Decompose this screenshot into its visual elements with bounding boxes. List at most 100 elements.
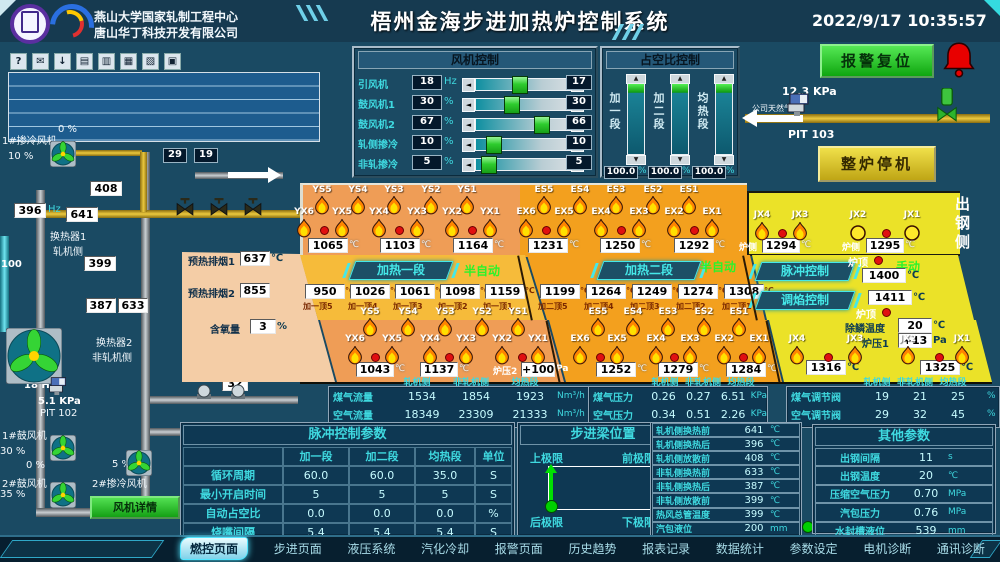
slider-thumb[interactable] <box>504 96 520 114</box>
pit103-tag: PIT 103 <box>788 128 834 141</box>
cell: 399 <box>738 495 770 506</box>
slider-thumb[interactable] <box>512 76 528 94</box>
burner-tag-YS3: YS3 <box>430 307 460 317</box>
blower1-pct: 30 % <box>0 446 25 457</box>
cell: 0.76 <box>904 506 948 519</box>
fan-row-sp: 5 <box>566 155 592 170</box>
hmi-screen: 燕山大学国家轧制工程中心 唐山华丁科技开发有限公司 梧州金海步进加热炉控制系统 … <box>0 0 1000 562</box>
duty-down-button[interactable]: ▼ <box>714 155 734 165</box>
row-unit: ℃ <box>770 496 780 506</box>
cell: 32 <box>901 408 939 421</box>
row-unit: Nm³/h <box>557 391 585 401</box>
duty-col-label: 加二段 <box>650 92 666 131</box>
export-icon[interactable]: ▧ <box>142 53 159 70</box>
burner-status-dot <box>617 226 626 235</box>
slider-thumb[interactable] <box>534 116 550 134</box>
alarm-bell-icon[interactable] <box>940 40 978 82</box>
temp-box: 1159 <box>485 284 525 299</box>
flow-table-headers: 轧机侧 非轧机侧 均热段 <box>328 375 596 385</box>
pipe-valve-icon[interactable] <box>176 198 194 220</box>
row-unit: ℃ <box>948 471 958 481</box>
duty-col-label: 加一段 <box>606 92 622 131</box>
cell: 60.0 <box>283 466 349 485</box>
temp-box: 1400 <box>862 268 906 283</box>
temp-box: 1295 <box>866 238 904 253</box>
report-icon[interactable]: ▦ <box>120 53 137 70</box>
burner-tag-YX3: YX3 <box>402 207 432 217</box>
roof-pv-dot <box>882 308 891 317</box>
tab-液压系统[interactable]: 液压系统 <box>347 540 395 557</box>
row-label: 空气压力 <box>589 407 646 422</box>
duty-slider-加二段[interactable] <box>671 83 689 155</box>
burner-status-dot <box>739 353 748 362</box>
burner-tag-YS1: YS1 <box>452 185 482 195</box>
fan-row-unit: % <box>444 156 454 167</box>
duty-slider-加一段[interactable] <box>627 83 645 155</box>
alarm-reset-button[interactable]: 报警复位 <box>820 44 934 78</box>
beam-arrow-up-icon <box>545 464 557 473</box>
duty-unit: % <box>726 166 735 176</box>
col-header: 加一段 <box>283 447 349 466</box>
pipe-valve-icon[interactable] <box>210 198 228 220</box>
help-icon[interactable]: ? <box>10 53 27 70</box>
burner-YX6-flame-icon <box>347 345 363 369</box>
tab-参数设定[interactable]: 参数设定 <box>790 540 838 557</box>
tab-步进页面[interactable]: 步进页面 <box>274 540 322 557</box>
duty-slider-均热段[interactable] <box>715 83 733 155</box>
burner-tag-EX6: EX6 <box>511 207 541 217</box>
burner-tag-EX2: EX2 <box>709 334 739 344</box>
tab-报表记录[interactable]: 报表记录 <box>642 540 690 557</box>
tab-电机诊断[interactable]: 电机诊断 <box>863 540 911 557</box>
pipe-valve-icon[interactable] <box>244 198 262 220</box>
download-icon[interactable]: ↓ <box>54 53 71 70</box>
row-label: 轧机侧换热前 <box>653 424 738 437</box>
burner-status-dot <box>518 353 527 362</box>
flow-arrow-tail <box>228 172 268 178</box>
roof-pv-label: 炉顶 <box>856 306 876 321</box>
chart-icon[interactable]: ▥ <box>98 53 115 70</box>
furnace-stop-button[interactable]: 整炉停机 <box>818 146 936 182</box>
row-unit: Nm³/h <box>557 409 585 419</box>
fan-row-value: 10 <box>412 135 442 150</box>
mid-temp-label: 加二顶5 <box>538 301 568 312</box>
lock-icon[interactable]: ▣ <box>164 53 181 70</box>
tab-通讯诊断[interactable]: 通讯诊断 <box>937 540 985 557</box>
mail-icon[interactable]: ✉ <box>32 53 49 70</box>
cell: 18349 <box>395 408 449 421</box>
duty-down-button[interactable]: ▼ <box>626 155 646 165</box>
row-unit: KPa <box>751 391 767 401</box>
cell-unit: S <box>475 485 512 504</box>
col-header: 均热段 <box>722 375 760 385</box>
row-unit: MPa <box>948 507 966 517</box>
tab-燃控页面[interactable]: 燃控页面 <box>180 537 248 560</box>
fan-detail-button[interactable]: 风机详情 <box>90 496 180 519</box>
slider-thumb[interactable] <box>486 136 502 154</box>
duty-down-button[interactable]: ▼ <box>670 155 690 165</box>
hx1-name: 换热器1 <box>50 228 86 243</box>
fan-row-value: 30 <box>412 95 442 110</box>
pump-icon <box>230 384 246 404</box>
burner-tag-YS5: YS5 <box>355 307 385 317</box>
tab-报警页面[interactable]: 报警页面 <box>495 540 543 557</box>
folder-icon[interactable]: ▤ <box>76 53 93 70</box>
slider-thumb[interactable] <box>481 156 497 174</box>
tab-汽化冷却[interactable]: 汽化冷却 <box>421 540 469 557</box>
fan-row-label: 非轧掺冷 <box>358 156 398 171</box>
value-box-29: 29 <box>163 148 187 163</box>
duty-unit: % <box>638 166 647 176</box>
burner-tag-EX4: EX4 <box>586 207 616 217</box>
burner-tag-YX6: YX6 <box>289 207 319 217</box>
tab-数据统计[interactable]: 数据统计 <box>716 540 764 557</box>
cell: 11 <box>904 451 948 464</box>
flame-control-button[interactable]: 调焰控制 <box>755 291 856 310</box>
pulse-control-button[interactable]: 脉冲控制 <box>755 262 856 281</box>
col-header: 加二段 <box>349 447 415 466</box>
flow-arrow-right-icon <box>268 167 281 183</box>
cell: 408 <box>738 453 770 464</box>
tab-历史趋势[interactable]: 历史趋势 <box>568 540 616 557</box>
row-label: 压缩空气压力 <box>816 486 904 501</box>
temp-box: 1061 <box>395 284 435 299</box>
temp-box: 1249 <box>632 284 672 299</box>
roof-sp-label: 炉顶 <box>848 254 868 269</box>
gas-shutoff-valve-icon[interactable] <box>936 88 958 126</box>
